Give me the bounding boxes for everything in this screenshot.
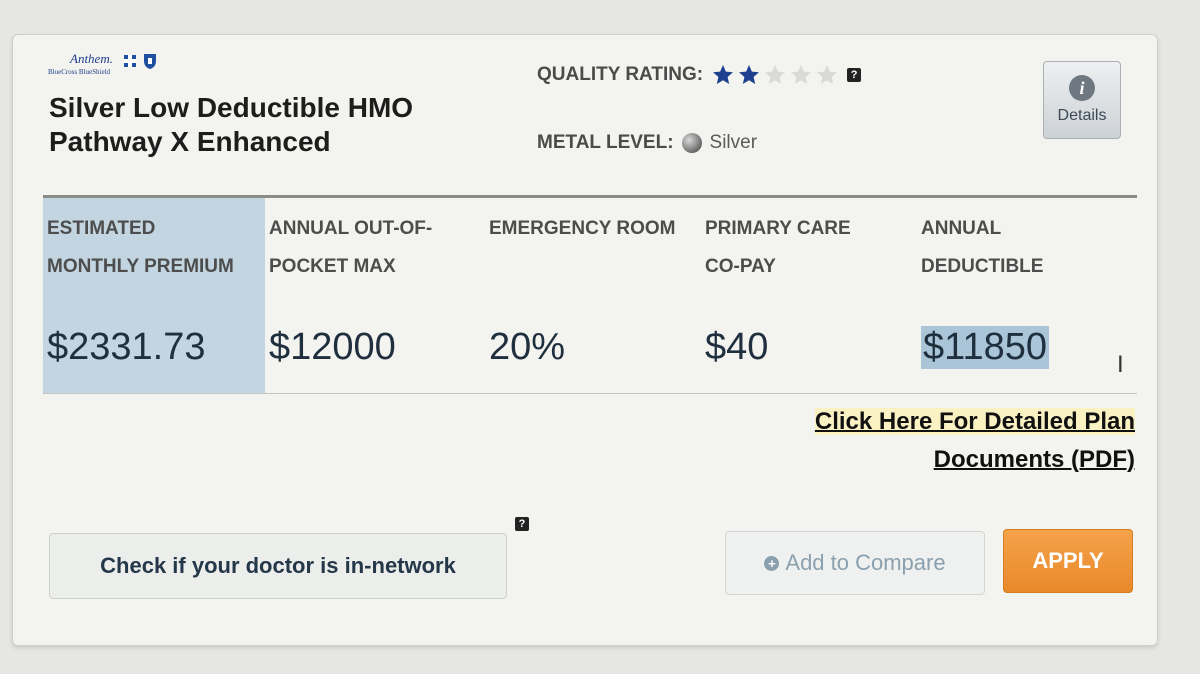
column-header-line2: DEDUCTIBLE <box>921 256 1044 277</box>
column-out-of-pocket-max: ANNUAL OUT-OF- POCKET MAX $12000 <box>265 198 485 394</box>
column-header: ESTIMATED MONTHLY PREMIUM <box>47 210 267 286</box>
bluecross-blueshield-icon <box>124 54 156 69</box>
primary-care-copay-value: $40 <box>705 326 769 368</box>
plus-icon: + <box>764 555 780 571</box>
plan-title-line1: Silver Low Deductible HMO <box>49 92 414 123</box>
add-to-compare-label: Add to Compare <box>785 550 946 575</box>
column-underline <box>485 393 701 394</box>
star-filled-icon <box>739 65 760 84</box>
quality-help-icon[interactable]: ? <box>847 68 862 82</box>
column-header-line2: POCKET MAX <box>269 256 396 277</box>
star-empty-icon <box>791 65 812 84</box>
check-doctor-in-network-button[interactable]: Check if your doctor is in-network <box>49 533 507 599</box>
quality-rating: QUALITY RATING: ? <box>537 63 862 87</box>
details-button[interactable]: i Details <box>1043 61 1121 139</box>
metal-level: METAL LEVEL: Silver <box>537 132 757 154</box>
plan-title-line2: Pathway X Enhanced <box>49 126 331 157</box>
column-monthly-premium: ESTIMATED MONTHLY PREMIUM $2331.73 <box>43 198 265 394</box>
logo-subtitle: BlueCross BlueShield <box>48 68 111 76</box>
apply-button[interactable]: APPLY <box>1003 529 1133 593</box>
column-emergency-room: EMERGENCY ROOM 20% <box>485 198 701 394</box>
column-header: EMERGENCY ROOM <box>489 210 709 248</box>
metal-level-value: Silver <box>709 132 758 153</box>
info-icon: i <box>1069 75 1095 101</box>
star-empty-icon <box>765 65 786 84</box>
annual-deductible-value[interactable]: $11850 <box>921 326 1049 369</box>
emergency-room-value: 20% <box>489 326 566 368</box>
column-header: PRIMARY CARE CO-PAY <box>705 210 925 286</box>
out-of-pocket-max-value: $12000 <box>269 326 396 368</box>
star-filled-icon <box>713 65 734 84</box>
column-underline <box>265 393 485 394</box>
plan-summary-columns: ESTIMATED MONTHLY PREMIUM $2331.73 ANNUA… <box>43 198 1143 394</box>
column-header-line2: CO-PAY <box>705 256 776 277</box>
column-header: ANNUAL DEDUCTIBLE <box>921 210 1141 286</box>
column-header-line1: ANNUAL <box>921 218 1002 239</box>
plan-card: Anthem. BlueCross BlueShield Silver Low … <box>12 34 1158 646</box>
metal-level-label: METAL LEVEL: <box>537 132 674 153</box>
silver-medal-icon <box>681 133 702 153</box>
column-underline <box>701 393 917 394</box>
details-button-label: Details <box>1057 107 1107 124</box>
column-header-line1: ESTIMATED <box>47 218 156 239</box>
anthem-logo: Anthem. BlueCross BlueShield <box>48 51 178 81</box>
star-empty-icon <box>817 65 838 84</box>
quality-stars <box>711 63 839 87</box>
column-header: ANNUAL OUT-OF- POCKET MAX <box>269 210 489 286</box>
detailed-plan-documents-link[interactable]: Click Here For Detailed Plan Documents (… <box>755 403 1135 479</box>
column-header-line2: MONTHLY PREMIUM <box>47 256 234 277</box>
plan-title: Silver Low Deductible HMO Pathway X Enha… <box>49 91 529 159</box>
pdf-link-line1[interactable]: Click Here For Detailed Plan <box>814 408 1135 435</box>
pdf-link-line2[interactable]: Documents (PDF) <box>934 446 1135 473</box>
logo-brand-text: Anthem. <box>70 51 113 66</box>
column-header-line1: EMERGENCY ROOM <box>489 218 676 239</box>
column-header-line1: ANNUAL OUT-OF- <box>269 218 433 239</box>
monthly-premium-value: $2331.73 <box>47 326 206 368</box>
column-annual-deductible: ANNUAL DEDUCTIBLE $11850 <box>917 198 1137 394</box>
column-underline <box>917 393 1137 394</box>
column-header-line1: PRIMARY CARE <box>705 218 851 239</box>
column-underline <box>43 393 265 394</box>
doctor-help-icon[interactable]: ? <box>515 517 529 531</box>
column-primary-care-copay: PRIMARY CARE CO-PAY $40 <box>701 198 917 394</box>
quality-rating-label: QUALITY RATING: <box>537 64 704 85</box>
text-cursor-icon: I <box>1117 351 1124 378</box>
add-to-compare-button[interactable]: + Add to Compare <box>725 531 985 595</box>
